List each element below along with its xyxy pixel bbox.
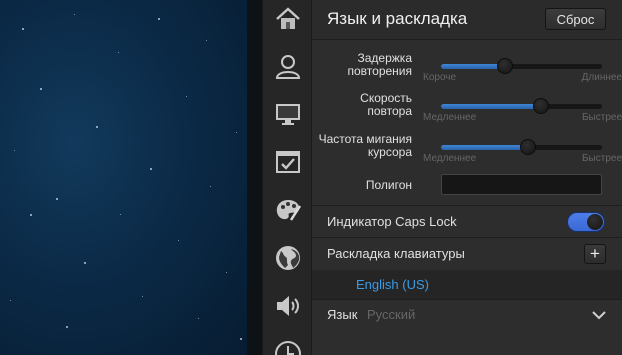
- monitor-icon: [276, 104, 300, 125]
- chevron-down-icon[interactable]: [592, 308, 606, 322]
- divider: [312, 237, 622, 238]
- test-area-label: Полигон: [365, 178, 412, 192]
- sidebar-item-startup[interactable]: [273, 147, 303, 177]
- slider-min-label: Короче: [423, 72, 457, 83]
- settings-sidebar: [262, 0, 312, 355]
- language-value: Русский: [367, 307, 416, 322]
- palette-icon: [276, 200, 302, 221]
- repeat-rate-slider[interactable]: Медленнее Быстрее: [423, 97, 622, 123]
- sidebar-item-time[interactable]: [273, 339, 303, 355]
- slider-max-label: Длиннее: [581, 72, 622, 83]
- globe-icon: [276, 246, 300, 270]
- sidebar-item-appearance[interactable]: [273, 195, 303, 225]
- settings-panel: Язык и раскладка Сброс Задержка повторен…: [312, 0, 622, 355]
- panel-header: Язык и раскладка Сброс: [312, 0, 622, 40]
- clock-icon: [275, 341, 301, 355]
- speaker-icon: [277, 296, 299, 316]
- page-title: Язык и раскладка: [327, 9, 468, 28]
- user-icon: [275, 55, 301, 79]
- toggle-knob: [587, 214, 603, 230]
- keyboard-layout-label: Раскладка клавиатуры: [327, 246, 465, 261]
- slider-thumb[interactable]: [519, 139, 536, 155]
- divider: [312, 299, 622, 300]
- slider-thumb[interactable]: [497, 58, 514, 74]
- slider-min-label: Медленнее: [423, 112, 477, 123]
- test-area-input[interactable]: [441, 174, 602, 195]
- slider-min-label: Медленнее: [423, 153, 477, 164]
- repeat-delay-slider[interactable]: Короче Длиннее: [423, 57, 622, 83]
- repeat-delay-label: Задержка повторения: [347, 51, 413, 78]
- sidebar-item-users[interactable]: [273, 51, 303, 81]
- cursor-blink-slider[interactable]: Медленнее Быстрее: [423, 138, 622, 164]
- cursor-blink-label: Частота мигания курсора: [318, 132, 412, 159]
- reset-button[interactable]: Сброс: [545, 8, 606, 30]
- checkbox-window-icon: [276, 151, 300, 173]
- sidebar-item-sound[interactable]: [273, 291, 303, 321]
- slider-fill: [441, 104, 541, 109]
- slider-fill: [441, 145, 528, 150]
- layout-item-label: English (US): [356, 277, 429, 292]
- slider-max-label: Быстрее: [581, 153, 622, 164]
- layout-list-item[interactable]: English (US): [312, 270, 622, 299]
- desktop-wallpaper: [0, 0, 247, 355]
- language-label: Язык: [327, 307, 358, 322]
- slider-thumb[interactable]: [532, 98, 549, 114]
- divider: [312, 205, 622, 206]
- slider-max-label: Быстрее: [581, 112, 622, 123]
- sidebar-item-home[interactable]: [273, 4, 303, 34]
- sidebar-item-region[interactable]: [273, 243, 303, 273]
- add-layout-button[interactable]: +: [584, 244, 606, 264]
- caps-lock-toggle[interactable]: [567, 212, 605, 232]
- repeat-rate-label: Скорость повтора: [360, 91, 412, 118]
- sidebar-item-display[interactable]: [273, 99, 303, 129]
- slider-fill: [441, 64, 506, 69]
- caps-lock-label: Индикатор Caps Lock: [327, 214, 457, 229]
- home-icon: [276, 7, 300, 29]
- window-edge: [247, 0, 262, 355]
